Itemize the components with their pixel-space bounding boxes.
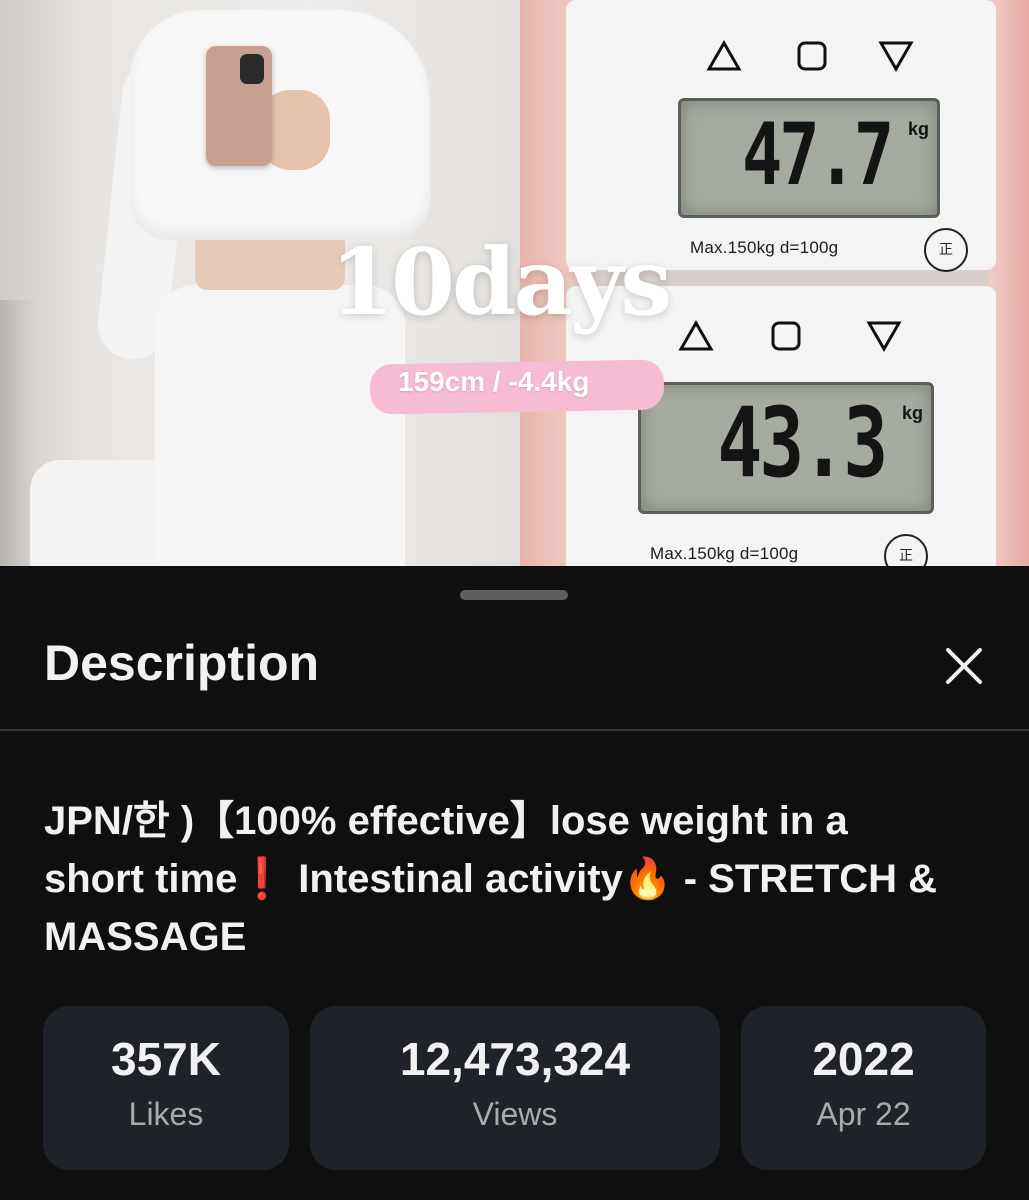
square-button-icon: [797, 41, 827, 71]
video-thumbnail[interactable]: 47.7 kg Max.150kg d=100g 正 43.3 kg Max.1…: [0, 0, 1029, 566]
triangle-down-icon: [878, 41, 914, 72]
scale-display: 43.3 kg: [638, 382, 934, 514]
smartphone: [206, 46, 272, 166]
views-label: Views: [472, 1096, 558, 1132]
likes-stat: 357K Likes: [43, 1006, 289, 1170]
weight-unit: kg: [907, 119, 929, 139]
description-sheet: Description JPN/한 )【100% effective】lose …: [0, 566, 1029, 1200]
video-title: JPN/한 )【100% effective】lose weight in a …: [44, 799, 938, 959]
thumbnail-overlay-title: 10days: [330, 228, 672, 336]
upload-date: Apr 22: [816, 1096, 911, 1132]
views-stat: 12,473,324 Views: [310, 1006, 720, 1170]
scale-display: 47.7 kg: [678, 98, 940, 218]
upload-year: 2022: [812, 1033, 915, 1085]
triangle-up-icon: [706, 40, 742, 71]
scale-spec-label: Max.150kg d=100g: [690, 238, 839, 257]
likes-count: 357K: [111, 1033, 221, 1085]
triangle-down-icon: [866, 321, 902, 352]
thumbnail-overlay-subtitle: 159cm / -4.4kg: [398, 366, 590, 397]
date-stat: 2022 Apr 22: [741, 1006, 986, 1170]
close-icon: [946, 648, 982, 684]
likes-label: Likes: [128, 1096, 204, 1132]
weight-reading: 47.7: [741, 105, 894, 205]
scale-spec-label: Max.150kg d=100g: [650, 544, 799, 563]
certification-stamp: 正: [924, 228, 968, 272]
certification-stamp: 正: [884, 534, 928, 566]
camera-lens: [240, 54, 264, 84]
views-count: 12,473,324: [399, 1033, 631, 1085]
divider: [0, 729, 1029, 731]
close-button[interactable]: [940, 642, 988, 690]
drag-handle[interactable]: [460, 590, 568, 600]
square-button-icon: [771, 321, 801, 351]
triangle-up-icon: [678, 320, 714, 351]
sheet-title: Description: [44, 635, 320, 691]
weight-unit: kg: [901, 403, 923, 423]
weight-reading: 43.3: [717, 387, 888, 499]
